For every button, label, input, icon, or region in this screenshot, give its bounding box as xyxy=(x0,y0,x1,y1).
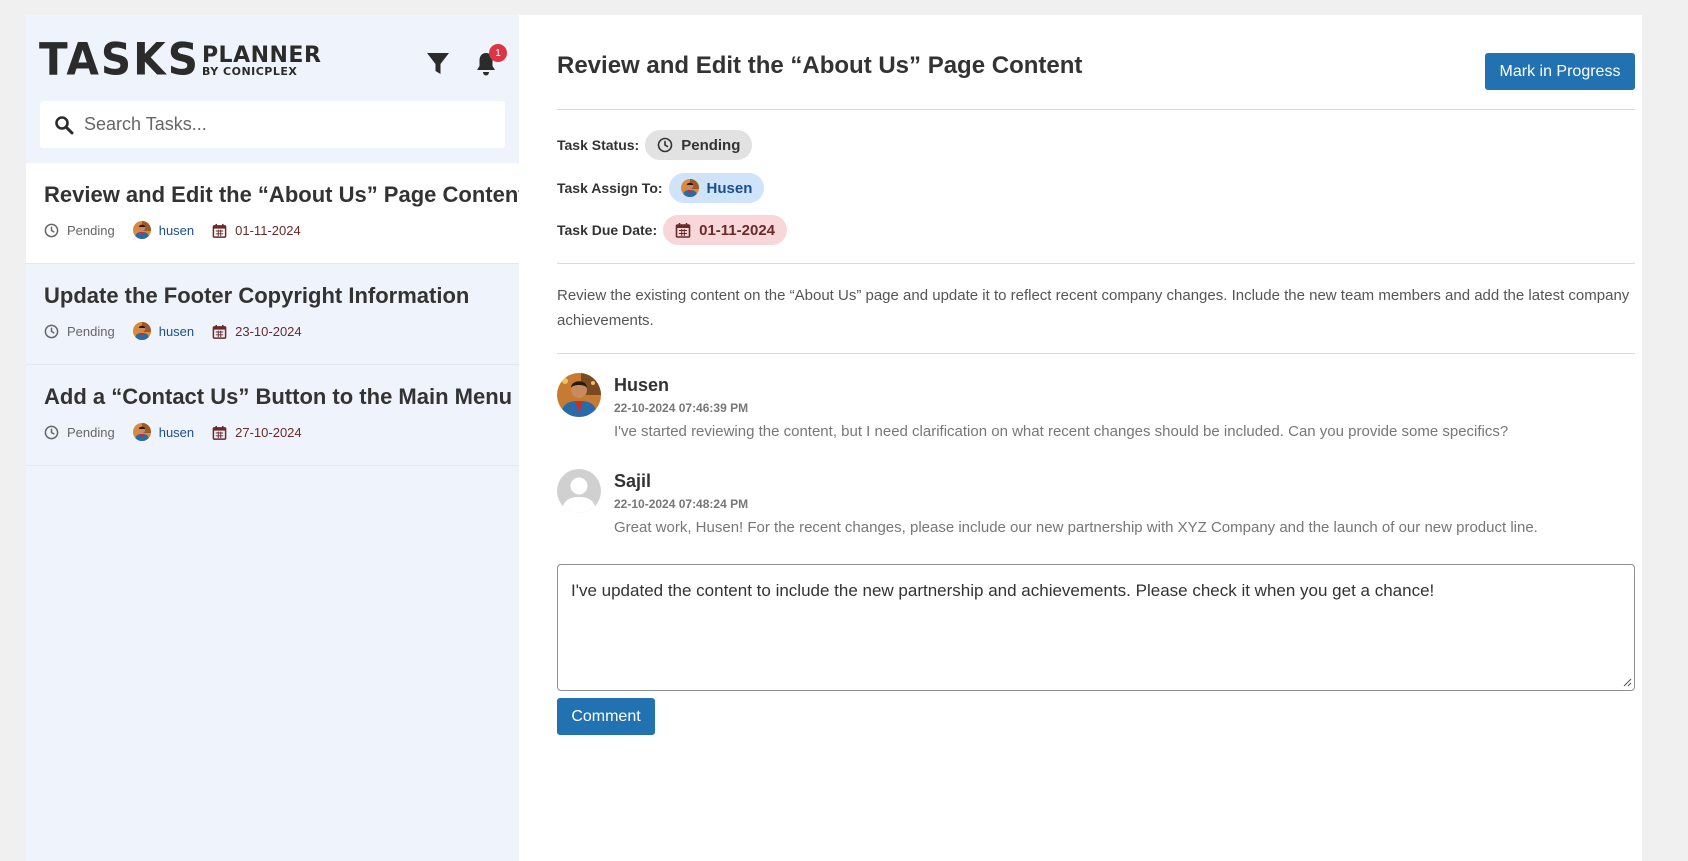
task-item-date: 01-11-2024 xyxy=(235,222,301,238)
task-due-row: Task Due Date: 01-11-2024 xyxy=(557,215,788,245)
comment-textarea[interactable]: I've updated the content to include the … xyxy=(557,564,1635,691)
status-badge-text: Pending xyxy=(681,136,741,154)
comment: Husen 22-10-2024 07:46:39 PM I've starte… xyxy=(557,373,1508,440)
clock-icon xyxy=(44,324,59,338)
avatar xyxy=(557,469,601,513)
task-list: Review and Edit the “About Us” Page Cont… xyxy=(26,163,526,466)
task-list-item[interactable]: Review and Edit the “About Us” Page Cont… xyxy=(26,163,526,264)
task-status-label: Task Status: xyxy=(557,137,640,153)
task-status-row: Task Status: Pending xyxy=(557,130,753,160)
task-list-item[interactable]: Update the Footer Copyright Information … xyxy=(26,264,519,365)
clock-icon xyxy=(657,137,673,153)
logo-byline: BY CONICPLEX xyxy=(201,65,298,78)
task-item-assignee: husen xyxy=(158,323,195,339)
logo-tasks-text: TASKS xyxy=(39,33,200,86)
comment-timestamp: 22-10-2024 07:48:24 PM xyxy=(614,497,749,511)
status-badge: Pending xyxy=(645,130,753,160)
search-input[interactable] xyxy=(84,114,484,135)
comment-text: I've started reviewing the content, but … xyxy=(614,423,1509,440)
divider xyxy=(557,109,1635,110)
logo-planner-text: PLANNER xyxy=(201,43,322,68)
comment-text: Great work, Husen! For the recent change… xyxy=(614,519,1538,536)
task-item-title: Add a “Contact Us” Button to the Main Me… xyxy=(44,384,513,409)
task-due-label: Task Due Date: xyxy=(557,222,658,238)
page-title: Review and Edit the “About Us” Page Cont… xyxy=(557,52,1083,79)
avatar xyxy=(557,373,601,417)
assignee-badge-text: Husen xyxy=(706,179,753,197)
avatar xyxy=(132,322,151,340)
logo[interactable]: TASKS PLANNER BY CONICPLEX xyxy=(39,33,322,86)
comment-timestamp: 22-10-2024 07:46:39 PM xyxy=(614,401,749,415)
task-assignee-row: Task Assign To: Husen xyxy=(557,173,765,203)
task-item-date: 23-10-2024 xyxy=(235,323,302,339)
sidebar: TASKS PLANNER BY CONICPLEX 1 Review and … xyxy=(26,15,526,861)
resize-handle-icon[interactable] xyxy=(1622,677,1632,687)
comment: Sajil 22-10-2024 07:48:24 PM Great work,… xyxy=(557,469,1538,536)
comment-author: Sajil xyxy=(614,471,652,491)
search-box xyxy=(40,101,505,148)
due-date-text: 01-11-2024 xyxy=(699,221,776,239)
task-item-assignee: husen xyxy=(158,222,195,238)
task-item-title: Update the Footer Copyright Information xyxy=(44,283,470,308)
task-description: Review the existing content on the “Abou… xyxy=(557,287,1630,329)
sidebar-header: TASKS PLANNER BY CONICPLEX 1 xyxy=(26,15,519,101)
calendar-icon xyxy=(212,223,227,238)
notification-badge: 1 xyxy=(489,44,507,62)
comment-button[interactable]: Comment xyxy=(557,698,655,735)
task-item-assignee: husen xyxy=(158,424,195,440)
divider xyxy=(557,263,1635,264)
assignee-badge: Husen xyxy=(668,173,765,203)
avatar xyxy=(132,221,151,239)
due-date-badge: 01-11-2024 xyxy=(663,215,788,245)
task-item-status: Pending xyxy=(67,323,115,339)
clock-icon xyxy=(44,223,59,237)
search-icon xyxy=(55,115,74,134)
bell-icon[interactable]: 1 xyxy=(471,44,507,81)
task-detail-panel: Review and Edit the “About Us” Page Cont… xyxy=(519,15,1642,861)
divider xyxy=(557,353,1635,354)
task-list-item[interactable]: Add a “Contact Us” Button to the Main Me… xyxy=(26,365,519,466)
filter-icon[interactable] xyxy=(423,47,453,81)
clock-icon xyxy=(44,425,59,439)
task-item-date: 27-10-2024 xyxy=(235,424,302,440)
avatar xyxy=(680,179,699,197)
comment-author: Husen xyxy=(614,375,670,395)
task-item-title: Review and Edit the “About Us” Page Cont… xyxy=(44,182,526,207)
calendar-icon xyxy=(675,223,691,238)
calendar-icon xyxy=(212,324,227,339)
app: TASKS PLANNER BY CONICPLEX 1 Review and … xyxy=(26,15,1642,861)
task-assignee-label: Task Assign To: xyxy=(557,180,663,196)
mark-in-progress-button[interactable]: Mark in Progress xyxy=(1485,53,1635,90)
task-item-status: Pending xyxy=(67,222,115,238)
avatar xyxy=(132,423,151,441)
task-item-status: Pending xyxy=(67,424,115,440)
calendar-icon xyxy=(212,425,227,440)
